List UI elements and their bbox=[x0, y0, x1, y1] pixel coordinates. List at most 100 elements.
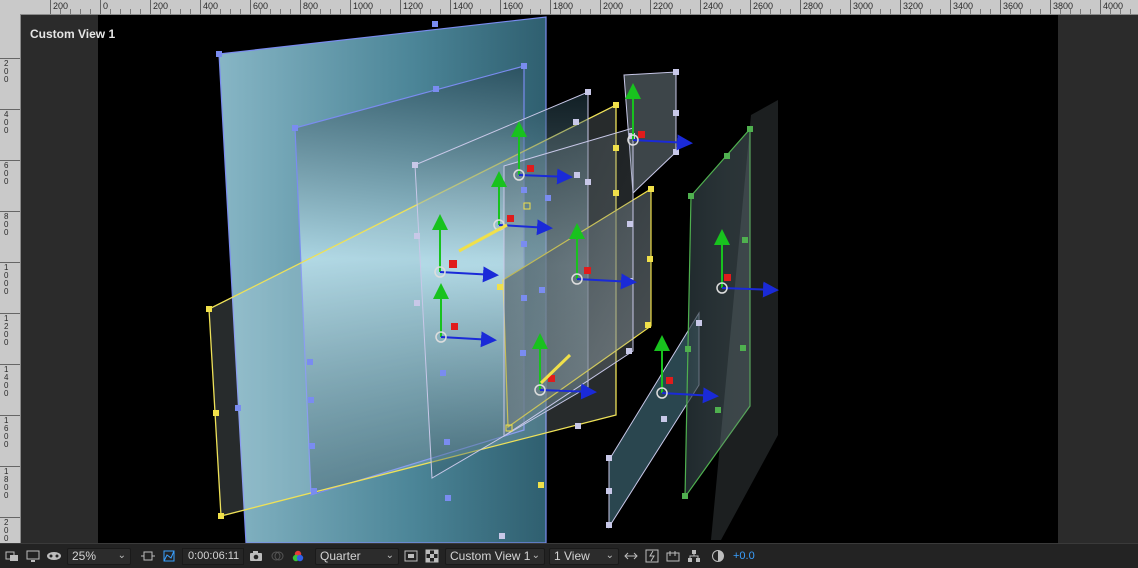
ruler-minor-tick bbox=[560, 9, 561, 14]
ruler-label: 1600 bbox=[4, 416, 9, 449]
composition-viewer[interactable]: Custom View 1 bbox=[21, 15, 1138, 543]
ruler-minor-tick bbox=[390, 9, 391, 14]
3d-layer-scene[interactable] bbox=[21, 15, 1138, 543]
ruler-minor-tick bbox=[1040, 9, 1041, 14]
ruler-minor-tick bbox=[140, 9, 141, 14]
ruler-minor-tick bbox=[1020, 9, 1021, 14]
ruler-minor-tick bbox=[630, 9, 631, 14]
ruler-minor-tick bbox=[860, 9, 861, 14]
ruler-minor-tick bbox=[670, 9, 671, 14]
ruler-minor-tick bbox=[720, 9, 721, 14]
ruler-tick bbox=[600, 0, 601, 14]
ruler-tick bbox=[750, 0, 751, 14]
ruler-minor-tick bbox=[320, 9, 321, 14]
ruler-minor-tick bbox=[220, 9, 221, 14]
3d-view-dropdown[interactable]: Custom View 1 ⌄ bbox=[445, 547, 545, 565]
comp-flowchart-icon[interactable] bbox=[3, 547, 21, 565]
ruler-minor-tick bbox=[920, 9, 921, 14]
ruler-minor-tick bbox=[610, 9, 611, 14]
view-layout-dropdown[interactable]: 1 View ⌄ bbox=[549, 547, 619, 565]
ruler-minor-tick bbox=[490, 9, 491, 14]
ruler-minor-tick bbox=[90, 9, 91, 14]
reset-exposure-icon[interactable] bbox=[709, 547, 727, 565]
current-time: 0:00:06:11 bbox=[188, 550, 240, 562]
ruler-tick bbox=[250, 0, 251, 14]
fast-draft-icon[interactable] bbox=[643, 547, 661, 565]
ruler-label: 800 bbox=[4, 212, 9, 237]
ruler-minor-tick bbox=[440, 9, 441, 14]
ruler-minor-tick bbox=[510, 9, 511, 14]
pixel-aspect-icon[interactable] bbox=[622, 547, 640, 565]
ruler-tick bbox=[850, 0, 851, 14]
ruler-minor-tick bbox=[110, 9, 111, 14]
ruler-minor-tick bbox=[990, 9, 991, 14]
ruler-tick bbox=[50, 0, 51, 14]
ruler-tick bbox=[650, 0, 651, 14]
ruler-tick bbox=[0, 517, 20, 518]
fast-preview-icon[interactable] bbox=[402, 547, 420, 565]
transparency-grid-icon[interactable] bbox=[160, 547, 178, 565]
ruler-tick bbox=[1000, 0, 1001, 14]
ruler-minor-tick bbox=[840, 9, 841, 14]
ruler-minor-tick bbox=[1010, 9, 1011, 14]
ruler-minor-tick bbox=[520, 9, 521, 14]
current-time-field[interactable]: 0:00:06:11 bbox=[182, 547, 244, 565]
ruler-tick bbox=[300, 0, 301, 14]
ruler-minor-tick bbox=[210, 9, 211, 14]
ruler-minor-tick bbox=[590, 9, 591, 14]
ruler-minor-tick bbox=[530, 9, 531, 14]
vertical-ruler[interactable]: 200400600800100012001400160018002000 bbox=[0, 14, 21, 551]
ruler-minor-tick bbox=[690, 9, 691, 14]
magnification-dropdown[interactable]: 25% ⌄ bbox=[67, 547, 131, 565]
exposure-value[interactable]: +0.0 bbox=[733, 550, 755, 562]
ruler-minor-tick bbox=[940, 9, 941, 14]
ruler-minor-tick bbox=[230, 9, 231, 14]
ruler-minor-tick bbox=[280, 9, 281, 14]
ruler-minor-tick bbox=[120, 9, 121, 14]
ruler-tick bbox=[450, 0, 451, 14]
show-snapshot-icon[interactable] bbox=[268, 547, 286, 565]
ruler-label: 1000 bbox=[4, 263, 9, 296]
view-layout-value: 1 View bbox=[554, 549, 590, 563]
ruler-tick bbox=[0, 466, 20, 467]
toggle-transparency-icon[interactable] bbox=[423, 547, 441, 565]
ruler-minor-tick bbox=[190, 9, 191, 14]
resolution-dropdown[interactable]: Quarter ⌄ bbox=[315, 547, 399, 565]
ruler-minor-tick bbox=[290, 9, 291, 14]
horizontal-ruler[interactable]: 200 0 200 400 600 800 1000 1200 1400 1600 1800 2000… bbox=[0, 0, 1138, 15]
ruler-tick bbox=[100, 0, 101, 14]
ruler-tick bbox=[800, 0, 801, 14]
flowchart-icon[interactable] bbox=[685, 547, 703, 565]
ruler-minor-tick bbox=[910, 9, 911, 14]
ruler-tick bbox=[400, 0, 401, 14]
ruler-tick bbox=[0, 415, 20, 416]
ruler-minor-tick bbox=[330, 9, 331, 14]
color-channel-icon[interactable] bbox=[289, 547, 307, 565]
ruler-label: 600 bbox=[4, 161, 9, 186]
ruler-minor-tick bbox=[730, 9, 731, 14]
camera-icon[interactable] bbox=[247, 547, 265, 565]
ruler-minor-tick bbox=[170, 9, 171, 14]
region-of-interest-icon[interactable] bbox=[139, 547, 157, 565]
mask-icon[interactable] bbox=[45, 547, 63, 565]
monitor-icon[interactable] bbox=[24, 547, 42, 565]
ruler-minor-tick bbox=[660, 9, 661, 14]
ruler-minor-tick bbox=[780, 9, 781, 14]
ruler-minor-tick bbox=[570, 9, 571, 14]
ruler-minor-tick bbox=[480, 9, 481, 14]
ruler-minor-tick bbox=[1030, 9, 1031, 14]
ruler-minor-tick bbox=[340, 9, 341, 14]
timeline-icon[interactable] bbox=[664, 547, 682, 565]
ruler-minor-tick bbox=[310, 9, 311, 14]
ruler-minor-tick bbox=[1060, 9, 1061, 14]
ruler-minor-tick bbox=[130, 9, 131, 14]
ruler-minor-tick bbox=[380, 9, 381, 14]
ruler-minor-tick bbox=[1130, 9, 1131, 14]
ruler-minor-tick bbox=[710, 9, 711, 14]
ruler-tick bbox=[0, 313, 20, 314]
ruler-minor-tick bbox=[580, 9, 581, 14]
ruler-label: 1200 bbox=[4, 314, 9, 347]
ruler-minor-tick bbox=[680, 9, 681, 14]
ruler-minor-tick bbox=[740, 9, 741, 14]
ruler-minor-tick bbox=[820, 9, 821, 14]
